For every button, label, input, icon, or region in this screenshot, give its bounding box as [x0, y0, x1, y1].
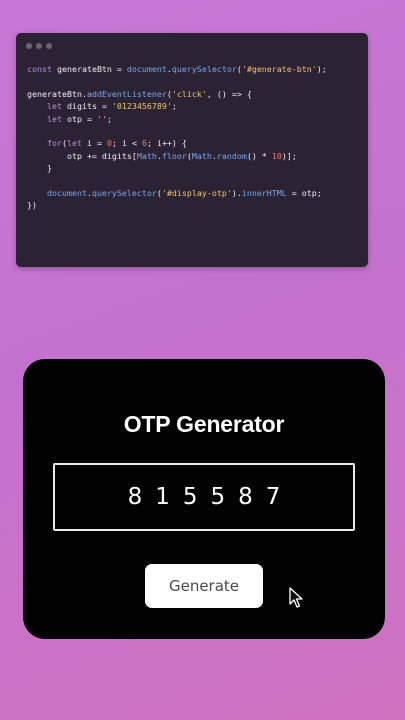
code-token: '0123456789': [111, 101, 172, 112]
otp-display: 815587: [53, 463, 355, 531]
code-token: random: [216, 150, 247, 161]
code-token: let: [66, 138, 82, 149]
code-token: ; i <: [111, 138, 142, 149]
otp-card: OTP Generator 815587 Generate: [23, 359, 385, 639]
code-token: ;: [171, 101, 177, 112]
code-token: )];: [281, 150, 297, 161]
code-token: ).: [231, 188, 242, 199]
code-line: }): [27, 199, 327, 211]
code-token: innerHTML: [241, 188, 287, 199]
code-line: otp += digits[Math.floor(Math.random() *…: [27, 150, 327, 162]
code-token: = otp;: [286, 188, 322, 199]
code-token: Math: [136, 150, 157, 161]
code-token: ;: [106, 113, 112, 124]
code-token: generateBtn =: [51, 64, 127, 74]
code-token: );: [316, 64, 327, 74]
code-token: let: [46, 113, 62, 124]
window-dot-icon: [36, 43, 42, 49]
window-dot-icon: [46, 43, 52, 49]
code-token: otp += digits[: [27, 150, 137, 161]
code-token: '#display-otp': [161, 188, 232, 199]
code-token: floor: [161, 150, 187, 161]
code-token: }: [27, 163, 52, 174]
code-token: for: [46, 138, 62, 149]
code-token: ; i++) {: [146, 138, 187, 149]
code-token: '#generate-btn': [241, 64, 317, 74]
code-token: addEventListener: [86, 88, 167, 99]
code-token: i =: [81, 138, 107, 149]
code-token: }): [27, 200, 37, 211]
code-line: let otp = '';: [27, 113, 327, 125]
code-token: querySelector: [171, 64, 237, 74]
code-token: let: [46, 101, 62, 112]
code-token: digits =: [61, 101, 112, 112]
code-line: document.querySelector('#display-otp').i…: [27, 187, 327, 199]
code-line: let digits = '0123456789';: [27, 100, 327, 112]
card-title: OTP Generator: [123, 411, 285, 437]
code-token: document: [46, 188, 87, 199]
code-token: '': [96, 113, 107, 124]
window-controls-icon: [26, 43, 52, 49]
code-line: for(let i = 0; i < 6; i++) {: [27, 137, 327, 149]
code-token: const: [27, 64, 52, 74]
code-token: () *: [246, 150, 272, 161]
code-token: , () => {: [206, 88, 252, 99]
code-line: generateBtn.addEventListener('click', ()…: [27, 88, 327, 100]
mouse-pointer-icon: [289, 587, 303, 608]
code-token: querySelector: [91, 188, 157, 199]
code-token: document: [126, 64, 167, 74]
code-window: const generateBtn = document.querySelect…: [16, 33, 368, 267]
code-token: 'click': [171, 88, 207, 99]
generate-button[interactable]: Generate: [145, 564, 263, 608]
code-block: const generateBtn = document.querySelect…: [27, 63, 327, 212]
code-token: Math: [191, 150, 212, 161]
code-token: otp =: [61, 113, 97, 124]
code-token: 10: [271, 150, 282, 161]
window-dot-icon: [26, 43, 32, 49]
otp-value: 815587: [127, 484, 294, 510]
code-line: const generateBtn = document.querySelect…: [27, 63, 327, 75]
code-line: }: [27, 162, 327, 174]
code-token: generateBtn: [27, 88, 82, 99]
